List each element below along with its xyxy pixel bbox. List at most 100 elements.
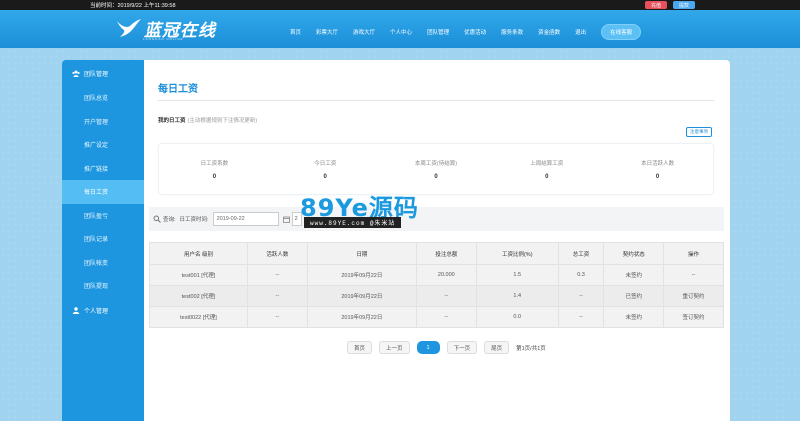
date-input-end[interactable]: 2: [291, 212, 302, 226]
sidebar-item-team-withdrawals[interactable]: 团队提现: [62, 274, 144, 298]
nav-lottery[interactable]: 彩票大厅: [316, 28, 338, 36]
search-label: 查询:: [163, 217, 176, 223]
table-cell: --: [557, 285, 605, 307]
table-cell: test002 [代理]: [149, 285, 248, 307]
section-note: (主动根据规则下注情况更新): [187, 118, 258, 124]
notes-button[interactable]: 注意事项: [686, 127, 712, 137]
sidebar-item-promo-settings[interactable]: 推广设定: [62, 133, 144, 157]
col-header: 活跃人数: [246, 242, 308, 265]
stat-label: 本日活跃人数: [641, 160, 675, 167]
contract-action-link[interactable]: 重订契约: [663, 285, 724, 307]
next-page-button[interactable]: 下一页: [446, 341, 478, 354]
pagination: 首页 上一页 1 下一页 尾页 第1页/共1页: [347, 341, 546, 354]
table-cell: --: [415, 285, 477, 307]
sidebar-item-account-management[interactable]: 开户管理: [62, 110, 144, 134]
stat-item: 本日活跃人数 0: [602, 144, 713, 194]
sidebar-group-team[interactable]: 团队管理: [62, 60, 144, 86]
nav-terms[interactable]: 服务条款: [501, 28, 523, 36]
top-bar: 当前时间：2019/9/22 上午11:39:58 充值 提款: [0, 0, 800, 10]
sidebar-group-label: 团队管理: [84, 71, 109, 78]
table-cell: 2019年09月22日: [306, 264, 417, 286]
sidebar-group-personal[interactable]: 个人管理: [62, 298, 144, 324]
col-header: 日期: [306, 242, 417, 265]
table-cell: 20.000: [415, 264, 477, 286]
table-row: test0022 [代理] -- 2019年09月22日 -- 0.0 -- 未…: [149, 306, 724, 328]
online-support-button[interactable]: 在线客服: [601, 24, 642, 40]
nav-home[interactable]: 首页: [290, 28, 301, 36]
table-cell: --: [415, 306, 477, 328]
table-cell: --: [663, 264, 724, 286]
stat-item: 本周工资(待结算) 0: [381, 144, 492, 194]
table-cell: --: [246, 285, 308, 307]
stat-value: 0: [655, 173, 660, 180]
bird-logo-icon: [117, 18, 141, 37]
sidebar-item-team-overview[interactable]: 团队总览: [62, 86, 144, 110]
current-page-button[interactable]: 1: [416, 341, 440, 354]
sidebar-item-daily-wage[interactable]: 每日工资: [62, 180, 144, 204]
sidebar-item-team-records[interactable]: 团队记录: [62, 227, 144, 251]
divider: [158, 100, 714, 101]
table-cell: 2019年09月22日: [306, 285, 417, 307]
date-input[interactable]: 2019-09-22: [212, 212, 279, 226]
table-cell: 1.4: [475, 285, 559, 307]
nav-personal[interactable]: 个人中心: [390, 28, 412, 36]
wage-table: 用户名 级别 活跃人数 日期 投注总额 工资比例(%) 总工资 契约状态 操作 …: [149, 242, 724, 328]
nav-team[interactable]: 团队管理: [427, 28, 449, 36]
logo-subtitle: LANGUAN ONLINE: [143, 37, 184, 41]
sidebar-group-label: 个人管理: [84, 309, 109, 315]
stat-value: 0: [434, 173, 438, 180]
table-cell: 0.0: [475, 306, 559, 328]
table-cell: --: [557, 306, 605, 328]
nav-funds[interactable]: 资金函数: [538, 28, 560, 36]
header: 蓝冠在线 LANGUAN ONLINE 首页 彩票大厅 游戏大厅 个人中心 团队…: [0, 10, 800, 48]
site-logo[interactable]: 蓝冠在线 LANGUAN ONLINE: [116, 16, 216, 41]
stat-value: 0: [212, 173, 217, 180]
sidebar-item-team-profit[interactable]: 团队盈亏: [62, 204, 144, 228]
stat-label: 上周结算工资: [530, 160, 564, 167]
stat-value: 0: [545, 173, 549, 180]
nav-logout[interactable]: 退出: [575, 28, 586, 36]
table-cell: 未签约: [603, 306, 665, 328]
sidebar: 团队管理 团队总览 开户管理 推广设定 推广链接 每日工资 团队盈亏 团队记录 …: [62, 60, 144, 421]
stats-panel: 日工资系数 0 今日工资 0 本周工资(待结算) 0 上周结算工资 0 本日活跃…: [158, 143, 714, 195]
contract-action-link[interactable]: 签订契约: [663, 306, 724, 328]
col-header: 契约状态: [603, 242, 665, 265]
user-icon: [72, 307, 80, 314]
stat-label: 本周工资(待结算): [414, 160, 458, 167]
sidebar-item-promo-link[interactable]: 推广链接: [62, 157, 144, 181]
withdraw-button[interactable]: 提款: [672, 1, 695, 9]
stat-item: 日工资系数 0: [159, 144, 270, 194]
table-row: test002 [代理] -- 2019年09月22日 -- 1.4 -- 已签…: [149, 285, 724, 307]
stat-label: 今日工资: [314, 160, 337, 167]
section-heading: 我的日工资 (主动根据规则下注情况更新): [158, 116, 257, 124]
table-cell: test001 [代理]: [149, 264, 248, 286]
stat-label: 日工资系数: [200, 160, 229, 167]
search-bar: 查询: 日工资时间: 2019-09-22 2: [149, 207, 724, 231]
first-page-button[interactable]: 首页: [347, 341, 373, 354]
calendar-icon[interactable]: [282, 216, 290, 223]
stat-value: 0: [323, 173, 327, 180]
section-title: 我的日工资: [158, 118, 186, 124]
page-info: 第1页/共1页: [516, 345, 546, 352]
prev-page-button[interactable]: 上一页: [379, 341, 410, 354]
main-panel: 每日工资 我的日工资 (主动根据规则下注情况更新) 注意事项 日工资系数 0 今日…: [144, 60, 730, 421]
col-header: 总工资: [557, 242, 605, 265]
current-time: 当前时间：2019/9/22 上午11:39:58: [90, 3, 176, 9]
col-header: 投注总额: [415, 242, 477, 265]
main-nav: 首页 彩票大厅 游戏大厅 个人中心 团队管理 优惠活动 服务条款 资金函数 退出…: [290, 24, 642, 40]
nav-games[interactable]: 游戏大厅: [353, 28, 375, 36]
last-page-button[interactable]: 尾页: [484, 341, 510, 354]
table-cell: 已签约: [603, 285, 665, 307]
date-field-label: 日工资时间:: [179, 217, 209, 223]
table-cell: 0.3: [557, 264, 605, 286]
nav-promotions[interactable]: 优惠活动: [464, 28, 486, 36]
deposit-button[interactable]: 充值: [644, 1, 667, 9]
table-row: test001 [代理] -- 2019年09月22日 20.000 1.5 0…: [149, 264, 724, 286]
col-header: 工资比例(%): [475, 242, 559, 265]
table-cell: test0022 [代理]: [149, 306, 248, 328]
page-title: 每日工资: [158, 84, 198, 95]
table-cell: 未签约: [603, 264, 665, 286]
search-icon: [153, 215, 161, 223]
table-cell: --: [246, 264, 308, 286]
sidebar-item-team-transactions[interactable]: 团队帐变: [62, 251, 144, 275]
